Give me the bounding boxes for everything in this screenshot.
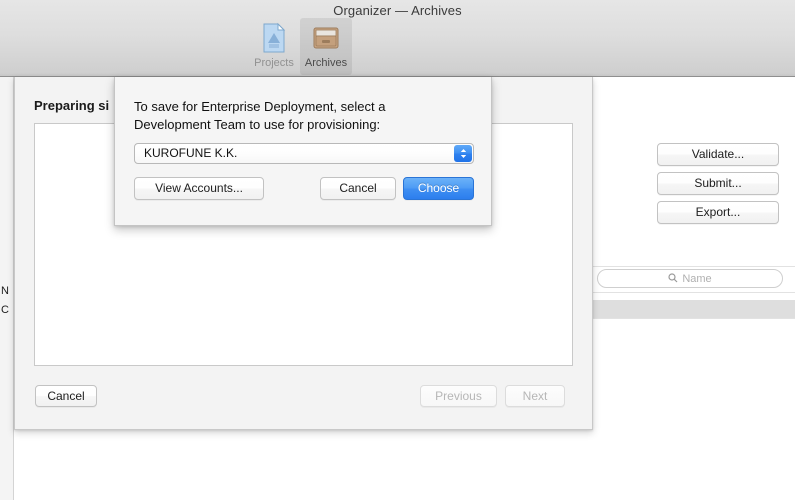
search-input[interactable]: Name	[597, 269, 783, 288]
choose-button[interactable]: Choose	[403, 177, 474, 200]
dialog-message: To save for Enterprise Deployment, selec…	[134, 98, 464, 134]
clipped-header-created: C	[1, 304, 9, 316]
window-titlebar: Organizer — Archives Projects Archives	[0, 0, 795, 77]
dialog-message-line2: Development Team to use for provisioning…	[134, 117, 381, 132]
window-title: Organizer — Archives	[333, 3, 462, 18]
table-row[interactable]	[593, 300, 795, 318]
sheet-footer: Cancel Previous Next	[15, 373, 592, 429]
sheet-title: Preparing si	[34, 98, 110, 113]
toolbar-tab-archives-label: Archives	[304, 57, 348, 69]
development-team-value: KUROFUNE K.K.	[144, 146, 238, 160]
clipped-column-headers: N C	[1, 282, 14, 320]
project-document-icon	[258, 22, 290, 54]
archives-source-list[interactable]: N C	[0, 77, 14, 500]
chevron-up-down-icon[interactable]	[454, 145, 472, 162]
archive-detail-panel: Validate... Submit... Export... Name	[593, 77, 795, 500]
search-icon	[668, 270, 678, 288]
toolbar-tab-group: Projects Archives	[248, 18, 352, 75]
toolbar-tab-archives[interactable]: Archives	[300, 18, 352, 75]
sheet-next-button[interactable]: Next	[505, 385, 565, 407]
export-button[interactable]: Export...	[657, 201, 779, 224]
toolbar-tab-projects-label: Projects	[254, 57, 294, 69]
dialog-cancel-button[interactable]: Cancel	[320, 177, 396, 200]
search-placeholder: Name	[682, 272, 712, 285]
archive-action-buttons: Validate... Submit... Export...	[657, 143, 779, 224]
file-cabinet-icon	[310, 22, 342, 54]
clipped-header-name: N	[1, 285, 9, 297]
sheet-cancel-button[interactable]: Cancel	[35, 385, 97, 407]
organizer-window: Organizer — Archives Projects Archives N…	[0, 0, 795, 500]
development-team-popup[interactable]: KUROFUNE K.K.	[134, 143, 474, 164]
dialog-message-line1: To save for Enterprise Deployment, selec…	[134, 99, 386, 114]
archives-search-row: Name	[593, 267, 795, 292]
validate-button[interactable]: Validate...	[657, 143, 779, 166]
toolbar-tab-projects[interactable]: Projects	[248, 18, 300, 75]
development-team-dialog: To save for Enterprise Deployment, selec…	[114, 77, 492, 226]
table-row-divider	[593, 318, 795, 319]
panel-divider-bottom	[593, 292, 795, 293]
submit-button[interactable]: Submit...	[657, 172, 779, 195]
view-accounts-button[interactable]: View Accounts...	[134, 177, 264, 200]
sheet-previous-button[interactable]: Previous	[420, 385, 497, 407]
